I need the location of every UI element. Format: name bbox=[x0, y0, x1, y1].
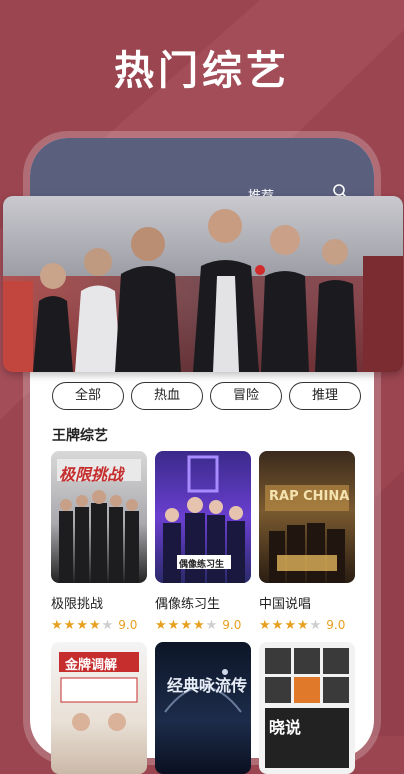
poster-title: 晓说 bbox=[269, 718, 302, 737]
show-poster: 晓说 bbox=[259, 642, 355, 774]
star-icon: ★ bbox=[180, 617, 192, 633]
star-icon: ★ bbox=[192, 617, 205, 633]
show-card[interactable]: RAP CHINA 中国说唱 ★ ★ ★ ★ ★ 9.0 bbox=[259, 451, 355, 632]
star-icon: ★ bbox=[296, 617, 309, 633]
show-poster: 经典咏流传 bbox=[155, 642, 251, 774]
star-icon: ★ bbox=[51, 617, 63, 633]
rating-score: 9.0 bbox=[222, 618, 242, 632]
star-icon: ★ bbox=[271, 617, 284, 633]
poster-title: 极限挑战 bbox=[59, 465, 124, 484]
star-empty-icon: ★ bbox=[101, 617, 114, 633]
page-headline: 热门综艺 bbox=[114, 47, 290, 94]
filter-hot-blood[interactable]: 热血 bbox=[131, 382, 203, 410]
star-icon: ★ bbox=[284, 617, 296, 633]
show-rating: ★ ★ ★ ★ ★ 9.0 bbox=[155, 618, 251, 632]
show-title: 极限挑战 bbox=[51, 597, 104, 612]
show-poster: RAP CHINA bbox=[259, 451, 355, 583]
rating-score: 9.0 bbox=[326, 618, 346, 632]
show-title: 中国说唱 bbox=[259, 597, 312, 612]
star-icon: ★ bbox=[88, 617, 101, 633]
filter-mystery[interactable]: 推理 bbox=[289, 382, 361, 410]
star-empty-icon: ★ bbox=[205, 617, 218, 633]
show-card[interactable]: 金牌调解 bbox=[51, 642, 147, 774]
filter-adventure[interactable]: 冒险 bbox=[210, 382, 282, 410]
poster-art bbox=[164, 669, 242, 713]
show-card[interactable]: 经典咏流传 bbox=[155, 642, 251, 774]
poster-title: 偶像练习生 bbox=[179, 560, 225, 570]
show-poster: 极限挑战 bbox=[51, 451, 147, 583]
show-poster: 金牌调解 bbox=[51, 642, 147, 774]
poster-art bbox=[265, 485, 349, 583]
show-card[interactable]: 偶像练习生 偶像练习生 ★ ★ ★ ★ ★ 9.0 bbox=[155, 451, 251, 632]
star-icon: ★ bbox=[63, 617, 76, 633]
poster-art bbox=[265, 648, 349, 768]
show-card[interactable]: 极限挑战 极限挑战 ★ ★ ★ ★ ★ 9.0 bbox=[51, 451, 147, 632]
poster-title: 金牌调解 bbox=[65, 658, 118, 673]
star-icon: ★ bbox=[155, 617, 167, 633]
show-card[interactable]: 晓说 bbox=[259, 642, 355, 774]
poster-title: 经典咏流传 bbox=[167, 676, 248, 695]
rating-score: 9.0 bbox=[118, 618, 138, 632]
filter-all[interactable]: 全部 bbox=[52, 382, 124, 410]
banner-image bbox=[3, 196, 403, 372]
featured-banner[interactable] bbox=[3, 196, 403, 372]
filter-chips: 全部 热血 冒险 推理 bbox=[0, 382, 404, 412]
star-icon: ★ bbox=[167, 617, 180, 633]
star-empty-icon: ★ bbox=[309, 617, 322, 633]
star-icon: ★ bbox=[259, 617, 271, 633]
show-rating: ★ ★ ★ ★ ★ 9.0 bbox=[259, 618, 355, 632]
poster-title: RAP CHINA bbox=[269, 489, 350, 504]
show-poster: 偶像练习生 bbox=[155, 451, 251, 583]
section-title: 王牌综艺 bbox=[52, 428, 108, 444]
star-icon: ★ bbox=[76, 617, 88, 633]
show-title: 偶像练习生 bbox=[155, 597, 221, 612]
show-rating: ★ ★ ★ ★ ★ 9.0 bbox=[51, 618, 147, 632]
